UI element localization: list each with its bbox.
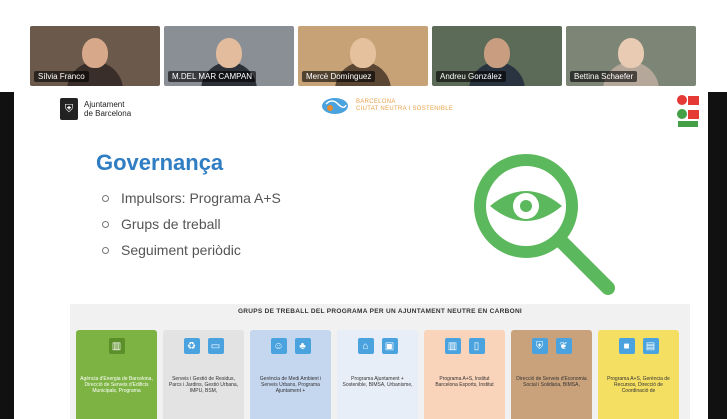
box-icon: ■: [618, 338, 635, 354]
working-groups-panel: GRUPS DE TREBALL DEL PROGRAMA PER UN AJU…: [70, 304, 690, 419]
participant-avatar: [216, 38, 242, 68]
working-group-label: Gerència de Medi Ambient i Serveis Urban…: [259, 376, 322, 394]
participant-video-tile[interactable]: Sílvia Franco: [30, 26, 160, 86]
working-group-card: ☺ ♣ Gerència de Medi Ambient i Serveis Urb…: [250, 330, 331, 419]
building-icon: ▥: [108, 338, 125, 354]
bullet-dot-icon: [102, 220, 109, 228]
tree-icon: ♣: [294, 338, 311, 354]
ns-line-2: CIUTAT NEUTRA I SOSTENIBLE: [356, 106, 454, 112]
working-group-card: ⛨ ❦ Direcció de Serveis d'Economia Social …: [511, 330, 592, 419]
bus-icon: ▣: [381, 338, 398, 354]
globe-icon: [322, 98, 348, 114]
participant-video-tile[interactable]: Andreu González: [432, 26, 562, 86]
leaf-icon: ❦: [555, 338, 572, 354]
participant-video-row: Sílvia Franco M.DEL MAR CAMPAN Mercè Domín…: [30, 26, 696, 86]
bullet-item: Impulsors: Programa A+S: [102, 190, 281, 206]
working-group-label: Programa A+S, Institut Barcelona Esports…: [435, 376, 494, 388]
building-icon: ▥: [444, 338, 461, 354]
ajuntament-logo: ⛨ Ajuntament de Barcelona: [60, 98, 131, 120]
shared-screen: ⛨ Ajuntament de Barcelona BARCELONA CIUT…: [0, 92, 727, 419]
factory-icon: ⌂: [357, 338, 374, 354]
participant-name: Sílvia Franco: [34, 71, 89, 82]
working-group-card: ♻ ▭ Serveis i Gestió de Residus, Parcs i J…: [163, 330, 244, 419]
participant-name: Andreu González: [436, 71, 506, 82]
bullet-list: Impulsors: Programa A+S Grups de treball…: [102, 190, 281, 268]
participant-avatar: [82, 38, 108, 68]
logo-line-1: Ajuntament: [84, 100, 125, 109]
working-group-card: ▥ ▯ Programa A+S, Institut Barcelona Espor…: [424, 330, 505, 419]
working-groups-title: GRUPS DE TREBALL DEL PROGRAMA PER UN AJU…: [237, 308, 523, 315]
participant-video-tile[interactable]: Mercè Domínguez: [298, 26, 428, 86]
bullet-dot-icon: [102, 246, 109, 254]
teg-logo-icon: [677, 95, 699, 127]
bullet-item: Seguiment periòdic: [102, 242, 281, 258]
logo-line-2: de Barcelona: [84, 109, 132, 118]
participant-avatar: [350, 38, 376, 68]
tower-icon: ▯: [468, 338, 485, 354]
working-group-label: Serveis i Gestió de Residus, Parcs i Jar…: [168, 376, 239, 394]
participant-avatar: [618, 38, 644, 68]
working-group-label: Programa Ajuntament + Sostenible, BIMSA,…: [342, 376, 413, 388]
doc-icon: ▤: [642, 338, 659, 354]
working-group-card: ⌂ ▣ Programa Ajuntament + Sostenible, BIMS…: [337, 330, 418, 419]
car-icon: ▭: [207, 338, 224, 354]
ns-line-1: BARCELONA: [356, 99, 396, 105]
participant-name: M.DEL MAR CAMPAN: [168, 71, 257, 82]
bullet-dot-icon: [102, 194, 109, 202]
working-group-card: ▥ Agència d'Energia de Barcelona, Direcci…: [76, 330, 157, 419]
shield-icon: ⛨: [531, 338, 548, 354]
barcelona-sostenible-logo: BARCELONA CIUTAT NEUTRA I SOSTENIBLE: [320, 96, 453, 116]
presentation-slide: ⛨ Ajuntament de Barcelona BARCELONA CIUT…: [14, 92, 708, 419]
bullet-item: Grups de treball: [102, 216, 281, 232]
video-gallery-strip: Sílvia Franco M.DEL MAR CAMPAN Mercè Domín…: [0, 0, 727, 92]
participant-name: Mercè Domínguez: [302, 71, 376, 82]
working-group-label: Agència d'Energia de Barcelona, Direcció…: [80, 376, 153, 394]
recycle-icon: ♻: [183, 338, 200, 354]
participant-name: Bettina Schaefer: [570, 71, 638, 82]
participant-video-tile[interactable]: M.DEL MAR CAMPAN: [164, 26, 294, 86]
working-group-card: ■ ▤ Programa A+S, Gerència de Recursos, Di…: [598, 330, 679, 419]
barcelona-shield-icon: ⛨: [60, 98, 78, 120]
participant-video-tile[interactable]: Bettina Schaefer: [566, 26, 696, 86]
working-group-label: Programa A+S, Gerència de Recursos, Dire…: [607, 376, 670, 394]
slide-title: Governança: [96, 150, 224, 175]
working-groups-cards: ▥ Agència d'Energia de Barcelona, Direcci…: [76, 330, 679, 419]
magnifier-eye-icon: [474, 154, 615, 295]
participant-avatar: [484, 38, 510, 68]
working-group-label: Direcció de Serveis d'Economia Social i …: [516, 376, 587, 388]
person-icon: ☺: [270, 338, 287, 354]
